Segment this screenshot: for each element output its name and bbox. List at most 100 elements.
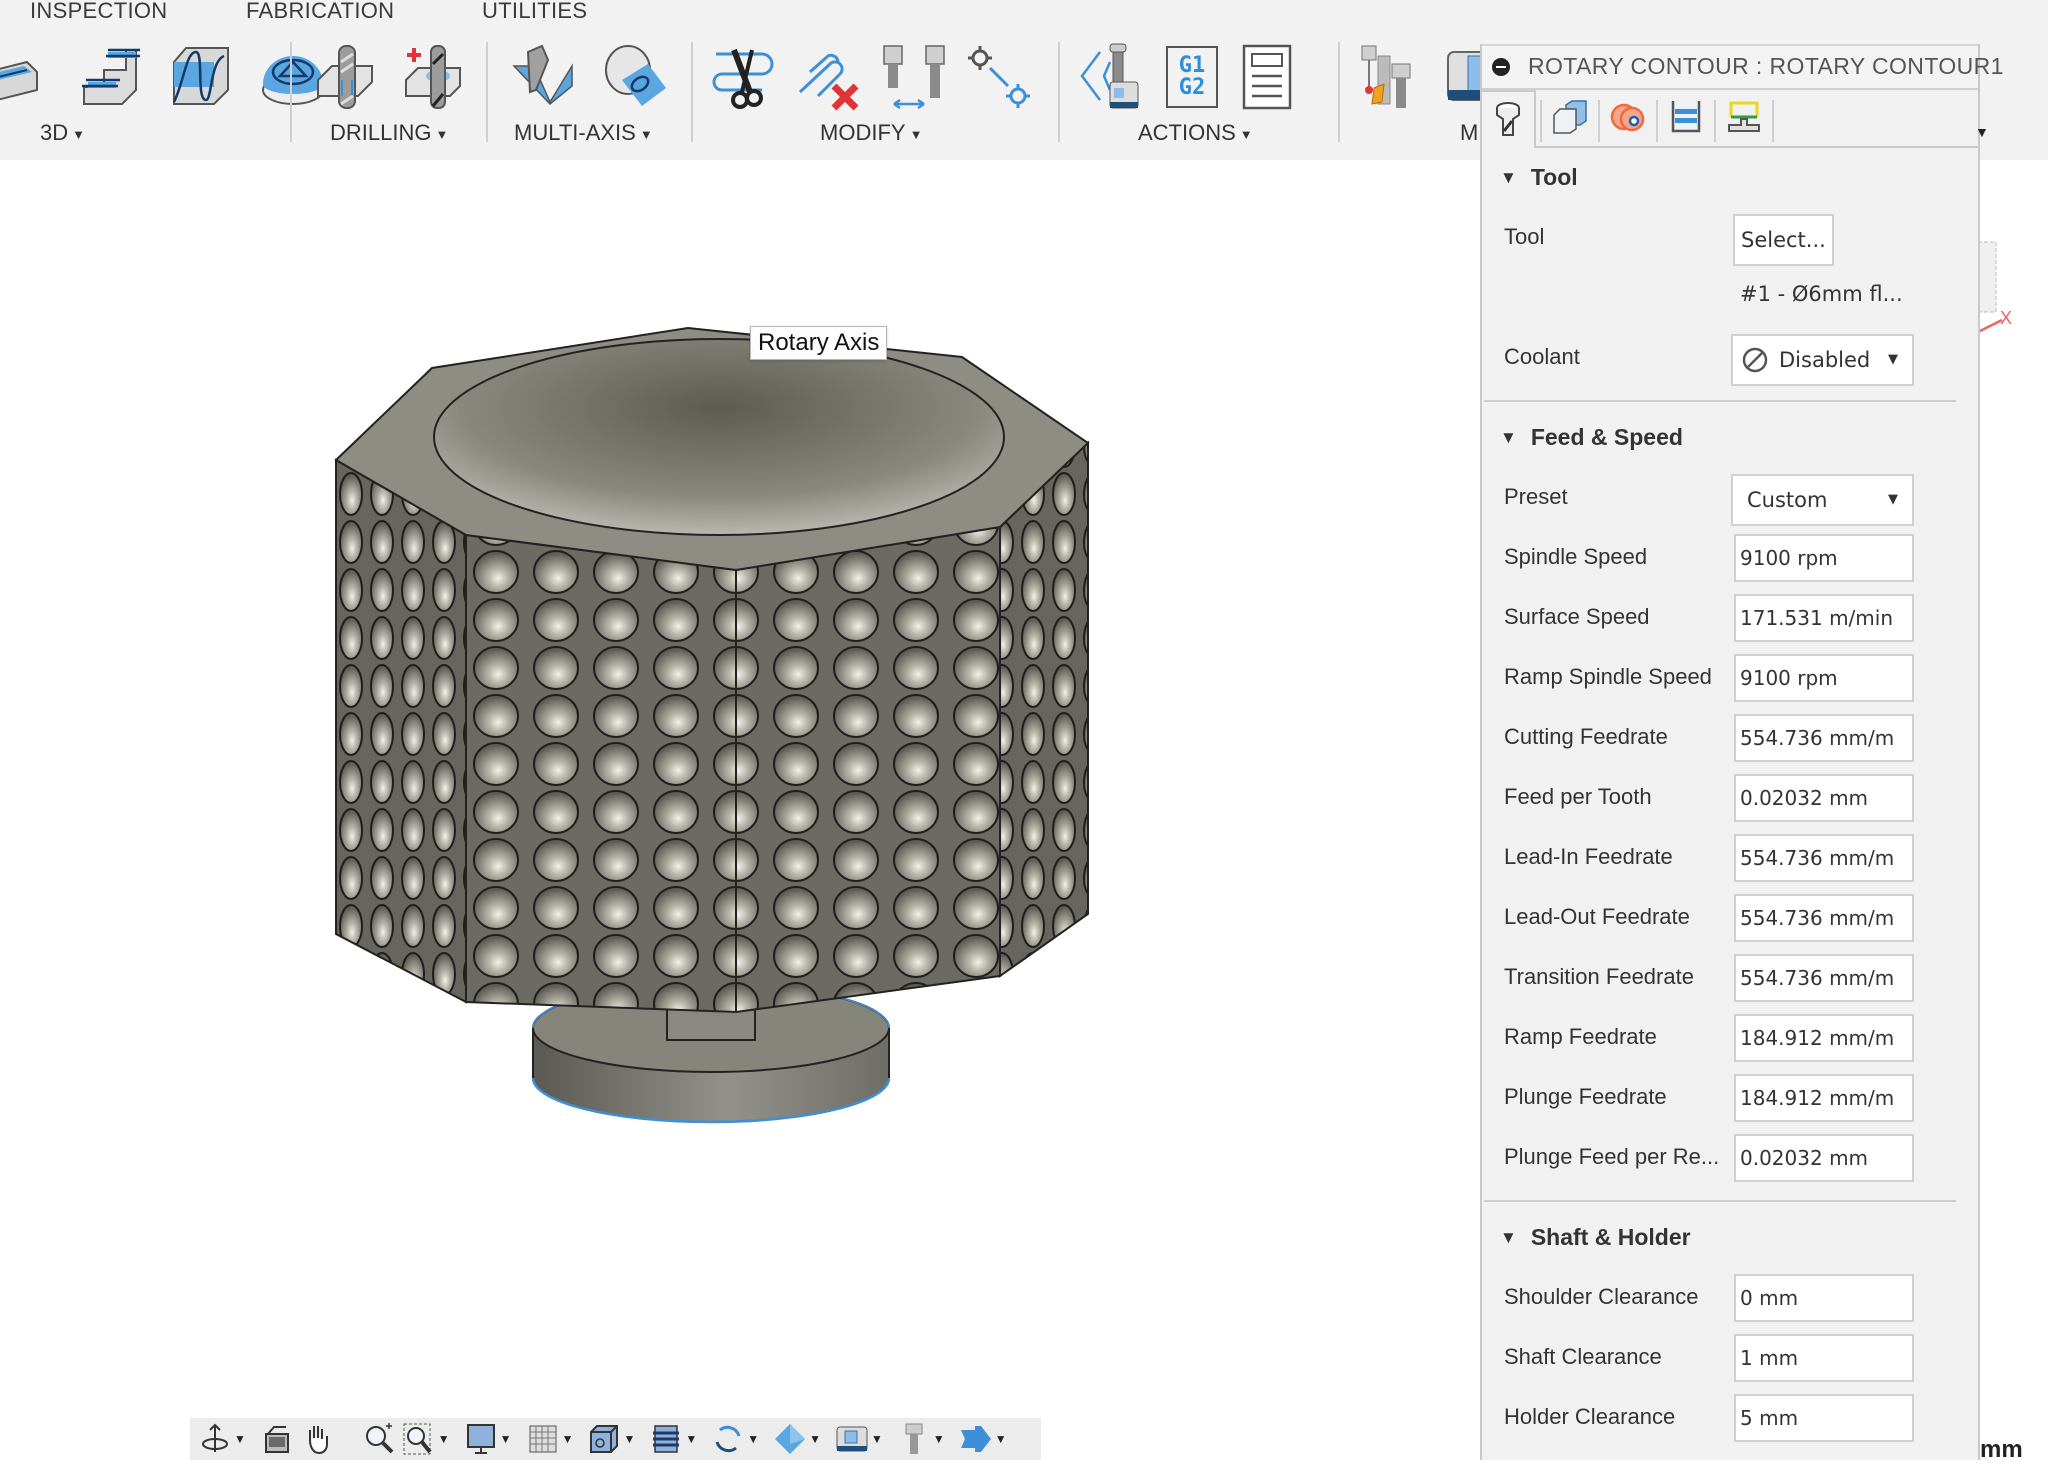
tool-change-icon[interactable] — [880, 42, 950, 112]
section-header-tool[interactable]: ▼ Tool — [1500, 164, 1578, 191]
post-process-gcode-icon[interactable]: G1 G2 — [1166, 46, 1218, 108]
grid-icon — [529, 1425, 557, 1453]
spindle-speed-input[interactable]: 9100 rpm — [1734, 534, 1914, 582]
stock-display-button[interactable]: ▼ — [771, 1419, 831, 1459]
tab-linking[interactable] — [1718, 90, 1770, 144]
lead-out-feedrate-input[interactable]: 554.736 mm/m — [1734, 894, 1914, 942]
tab-passes[interactable] — [1660, 90, 1712, 144]
move-point-icon[interactable] — [964, 42, 1034, 112]
coolant-select[interactable]: Disabled ▼ — [1731, 334, 1914, 386]
rotary-contour-dialog: ROTARY CONTOUR : ROTARY CONTOUR1 ▼ Tool T… — [1480, 44, 2003, 1460]
chevron-down-icon: ▼ — [932, 1432, 945, 1446]
machine-view-button[interactable]: ▼ — [833, 1419, 893, 1459]
select-tool-button[interactable]: Select... — [1733, 214, 1834, 266]
setup-sheet-icon[interactable] — [1234, 42, 1304, 112]
simulate-icon[interactable] — [1080, 42, 1150, 112]
dialog-title: ROTARY CONTOUR : ROTARY CONTOUR1 — [1528, 53, 2004, 79]
delete-toolpath-icon[interactable] — [796, 42, 866, 112]
chevron-down-icon: ▼ — [809, 1432, 822, 1446]
drill-icon[interactable] — [312, 42, 382, 112]
tab-fabrication[interactable]: FABRICATION — [246, 0, 394, 24]
feed-per-tooth-input[interactable]: 0.02032 mm — [1734, 774, 1914, 822]
group-label-manage[interactable]: M — [1460, 120, 1478, 146]
group-label-actions[interactable]: ACTIONS ▼ — [1138, 120, 1253, 146]
collapse-icon[interactable] — [1492, 58, 1510, 76]
zoom-button[interactable] — [360, 1419, 398, 1459]
rotary-icon[interactable] — [600, 42, 670, 112]
lead-in-feedrate-input[interactable]: 554.736 mm/m — [1734, 834, 1914, 882]
group-modify: MODIFY ▼ — [712, 38, 1052, 148]
geometry-tab-icon — [1553, 100, 1587, 134]
dialog-options-caret-icon[interactable]: ▼ — [1975, 124, 1989, 140]
group-label-drilling[interactable]: DRILLING ▼ — [330, 120, 448, 146]
group-label-3d[interactable]: 3D ▼ — [40, 120, 85, 146]
3d-adaptive-clearing-icon[interactable] — [0, 42, 52, 112]
cutting-feedrate-label: Cutting Feedrate — [1504, 724, 1668, 749]
plunge-feedrate-label: Plunge Feedrate — [1504, 1084, 1667, 1109]
group-label-modify[interactable]: MODIFY ▼ — [820, 120, 922, 146]
transition-feedrate-input[interactable]: 554.736 mm/m — [1734, 954, 1914, 1002]
zoom-window-icon — [403, 1423, 432, 1455]
look-at-button[interactable] — [258, 1419, 296, 1459]
orbit-button[interactable]: ▼ — [196, 1419, 256, 1459]
grid-button[interactable]: ▼ — [524, 1419, 584, 1459]
ramp-spindle-speed-input[interactable]: 9100 rpm — [1734, 654, 1914, 702]
plunge-feedrate-input[interactable]: 184.912 mm/m — [1734, 1074, 1914, 1122]
tab-heights[interactable] — [1602, 90, 1654, 144]
stock-icon — [775, 1424, 806, 1454]
ribbon-divider — [290, 42, 292, 142]
shaft-clearance-input[interactable]: 1 mm — [1734, 1334, 1914, 1382]
hole-recognition-icon[interactable] — [400, 42, 470, 112]
collapse-triangle-icon: ▼ — [1500, 428, 1517, 447]
section-header-shaft-holder[interactable]: ▼ Shaft & Holder — [1500, 1224, 1691, 1251]
tool-tab-icon — [1496, 102, 1520, 136]
tool-library-icon[interactable] — [1360, 42, 1430, 112]
shoulder-clearance-input[interactable]: 0 mm — [1734, 1274, 1914, 1322]
surface-speed-input[interactable]: 171.531 m/min — [1734, 594, 1914, 642]
display-settings-button[interactable]: ▼ — [462, 1419, 522, 1459]
section-header-feed-speed[interactable]: ▼ Feed & Speed — [1500, 424, 1683, 451]
rotate-icon — [715, 1425, 741, 1453]
zoom-window-button[interactable]: ▼ — [400, 1419, 460, 1459]
group-manage: M — [1360, 38, 1509, 148]
plunge-feed-per-rev-input[interactable]: 0.02032 mm — [1734, 1134, 1914, 1182]
group-actions: G1 G2 ACTIONS ▼ — [1080, 38, 1340, 148]
group-label-multi-axis[interactable]: MULTI-AXIS ▼ — [514, 120, 653, 146]
tool-description: #1 - Ø6mm fl... — [1740, 282, 1903, 306]
spindle-speed-label: Spindle Speed — [1504, 544, 1648, 569]
trim-toolpath-icon[interactable] — [712, 42, 782, 112]
shoulder-clearance-label: Shoulder Clearance — [1504, 1284, 1699, 1309]
preset-label: Preset — [1504, 484, 1568, 509]
tab-geometry[interactable] — [1544, 90, 1596, 144]
viewcube[interactable]: X — [1978, 232, 2038, 342]
chevron-down-icon: ▼ — [639, 126, 653, 142]
collapse-triangle-icon: ▼ — [1500, 168, 1517, 187]
chevron-down-icon: ▼ — [1888, 352, 1898, 367]
pan-button[interactable]: ▼ — [298, 1419, 358, 1459]
rotate-button[interactable]: ▼ — [709, 1419, 769, 1459]
tab-tool[interactable] — [1480, 90, 1536, 148]
section-divider — [1484, 400, 1956, 402]
part-model[interactable] — [0, 160, 1470, 1460]
rotary-axis-tooltip: Rotary Axis — [750, 326, 888, 360]
preset-select[interactable]: Custom ▼ — [1731, 474, 1914, 526]
swarf-icon[interactable] — [510, 42, 580, 112]
surface-speed-label: Surface Speed — [1504, 604, 1650, 629]
tab-inspection[interactable]: INSPECTION — [30, 0, 167, 24]
holder-clearance-input[interactable]: 5 mm — [1734, 1394, 1914, 1442]
ribbon-divider — [1058, 42, 1060, 142]
tab-utilities[interactable]: UTILITIES — [482, 0, 587, 24]
group-multi-axis: MULTI-AXIS ▼ — [510, 38, 680, 148]
chevron-down-icon: ▼ — [623, 1432, 636, 1446]
tool-view-button[interactable]: ▼ — [895, 1419, 955, 1459]
view-cube-button[interactable]: ▼ — [585, 1419, 645, 1459]
cutting-feedrate-input[interactable]: 554.736 mm/m — [1734, 714, 1914, 762]
toolpath-display-button[interactable]: ▼ — [647, 1419, 707, 1459]
chevron-down-icon: ▼ — [909, 126, 923, 142]
disabled-icon — [1742, 347, 1768, 373]
3d-parallel-icon[interactable] — [166, 42, 236, 112]
connector-button[interactable]: ▼ — [957, 1419, 1017, 1459]
display-settings-icon — [466, 1424, 495, 1454]
3d-horizontal-icon[interactable] — [74, 42, 144, 112]
ramp-feedrate-input[interactable]: 184.912 mm/m — [1734, 1014, 1914, 1062]
